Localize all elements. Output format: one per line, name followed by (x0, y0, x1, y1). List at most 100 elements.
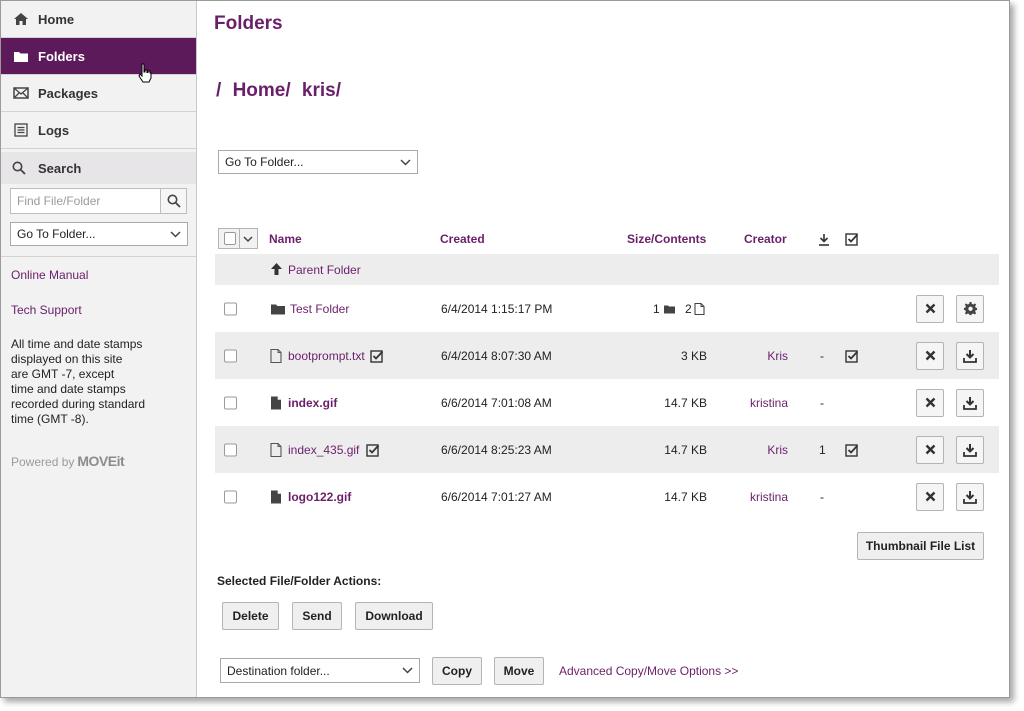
row-name-link[interactable]: logo122.gif (288, 490, 351, 504)
chevron-down-icon (400, 159, 411, 166)
row-creator-link[interactable]: kristina (725, 490, 788, 504)
home-icon (12, 12, 30, 26)
column-size[interactable]: Size/Contents (627, 232, 706, 246)
delete-row-button[interactable] (916, 482, 944, 511)
row-name-link[interactable]: Test Folder (290, 302, 349, 316)
select-all-control[interactable] (218, 228, 258, 249)
delete-row-button[interactable] (916, 435, 944, 464)
download-row-button[interactable] (956, 341, 984, 370)
row-creator-link[interactable]: kristina (725, 396, 788, 410)
close-icon (925, 303, 935, 314)
table-row: bootprompt.txt 6/4/2014 8:07:30 AM 3 KB … (215, 332, 999, 379)
advanced-copy-move-link[interactable]: Advanced Copy/Move Options >> (559, 664, 738, 678)
hand-cursor-icon (138, 63, 152, 83)
select-all-checkbox[interactable] (224, 232, 236, 245)
send-button[interactable]: Send (292, 602, 342, 630)
sidebar-divider (1, 256, 196, 257)
nav-logs-label: Logs (38, 122, 70, 138)
online-manual-link[interactable]: Online Manual (1, 268, 196, 282)
chevron-down-icon (402, 667, 413, 674)
search-section-header: Search (1, 152, 196, 184)
download-icon (963, 490, 977, 504)
delete-row-button[interactable] (916, 294, 944, 323)
delete-row-button[interactable] (916, 388, 944, 417)
parent-folder-link[interactable]: Parent Folder (288, 263, 361, 277)
file-table: Name Created Size/Contents Creator Paren… (215, 224, 999, 520)
column-created[interactable]: Created (440, 232, 485, 246)
row-created: 6/4/2014 1:15:17 PM (441, 301, 553, 316)
move-button[interactable]: Move (494, 657, 544, 685)
destination-folder-select[interactable]: Destination folder... (220, 658, 420, 683)
close-icon (925, 397, 935, 408)
goto-folder-value: Go To Folder... (225, 155, 304, 169)
magnifier-icon (167, 194, 181, 208)
row-download-count: - (820, 395, 824, 410)
download-icon (963, 349, 977, 363)
small-file-icon (694, 302, 705, 315)
search-icon (12, 161, 30, 175)
row-file-count: 2 (685, 301, 692, 316)
copy-button[interactable]: Copy (432, 657, 482, 685)
row-creator-link[interactable]: Kris (735, 443, 788, 457)
integrity-check-icon (366, 443, 380, 457)
time-note-line: time (GMT -8). (11, 412, 89, 426)
delete-row-button[interactable] (916, 341, 944, 370)
download-button[interactable]: Download (355, 602, 433, 630)
download-row-button[interactable] (956, 388, 984, 417)
parent-folder-row[interactable]: Parent Folder (215, 254, 999, 285)
thumbnail-file-list-button[interactable]: Thumbnail File List (857, 532, 984, 560)
folder-settings-button[interactable] (956, 294, 984, 323)
arrow-up-icon (271, 263, 282, 275)
row-checkbox[interactable] (224, 490, 237, 503)
row-name-link[interactable]: bootprompt.txt (288, 349, 365, 363)
column-name[interactable]: Name (269, 232, 302, 246)
sidebar-goto-folder-select[interactable]: Go To Folder... (10, 222, 188, 246)
search-input[interactable] (10, 188, 161, 214)
nav-packages-label: Packages (38, 85, 98, 101)
download-row-button[interactable] (956, 482, 984, 511)
row-size: 14.7 KB (664, 395, 707, 410)
table-row: index_435.gif 6/6/2014 8:25:23 AM 14.7 K… (215, 426, 999, 473)
app-window: Home Folders Packages Logs Search Find F… (0, 0, 1010, 698)
breadcrumb-root[interactable]: / (216, 80, 221, 101)
file-outline-icon (270, 348, 282, 363)
page-title: Folders (214, 13, 283, 34)
search-label: Search (38, 160, 82, 176)
download-row-button[interactable] (956, 435, 984, 464)
row-name-link[interactable]: index.gif (288, 396, 337, 410)
download-icon (963, 396, 977, 410)
row-creator-link[interactable]: Kris (735, 349, 788, 363)
row-size: 14.7 KB (664, 489, 707, 504)
nav-home[interactable]: Home (1, 1, 196, 38)
checked-box-icon (845, 349, 859, 363)
select-menu-dropdown[interactable] (238, 229, 257, 248)
time-note-line: are GMT -7, except (11, 367, 115, 381)
folder-icon (271, 304, 285, 314)
row-checkbox[interactable] (224, 396, 237, 409)
row-download-count: 1 (819, 442, 826, 457)
checked-box-icon (845, 233, 859, 246)
row-name-link[interactable]: index_435.gif (288, 443, 359, 457)
delete-button[interactable]: Delete (222, 602, 279, 630)
main-content: Folders / Home/ kris/ Go To Folder... Na… (198, 1, 1009, 697)
log-list-icon (12, 123, 30, 137)
breadcrumb-kris[interactable]: kris/ (302, 80, 341, 101)
nav-packages[interactable]: Packages (1, 75, 196, 112)
nav-logs[interactable]: Logs (1, 112, 196, 149)
goto-folder-select[interactable]: Go To Folder... (218, 150, 418, 174)
breadcrumb-home[interactable]: Home/ (233, 80, 291, 101)
row-checkbox[interactable] (224, 443, 237, 456)
row-size: 3 KB (680, 348, 707, 363)
folder-icon (12, 49, 30, 63)
column-creator[interactable]: Creator (744, 232, 787, 246)
search-button[interactable] (161, 188, 187, 214)
time-note-line: time and date stamps (11, 382, 126, 396)
breadcrumb: / Home/ kris/ (216, 80, 347, 102)
file-filled-icon (271, 490, 281, 503)
row-checkbox[interactable] (224, 302, 237, 315)
table-row: index.gif 6/6/2014 7:01:08 AM 14.7 KB kr… (215, 379, 999, 426)
nav-folders[interactable]: Folders (1, 38, 196, 83)
row-size: 14.7 KB (664, 442, 707, 457)
row-checkbox[interactable] (224, 349, 237, 362)
tech-support-link[interactable]: Tech Support (1, 303, 196, 317)
